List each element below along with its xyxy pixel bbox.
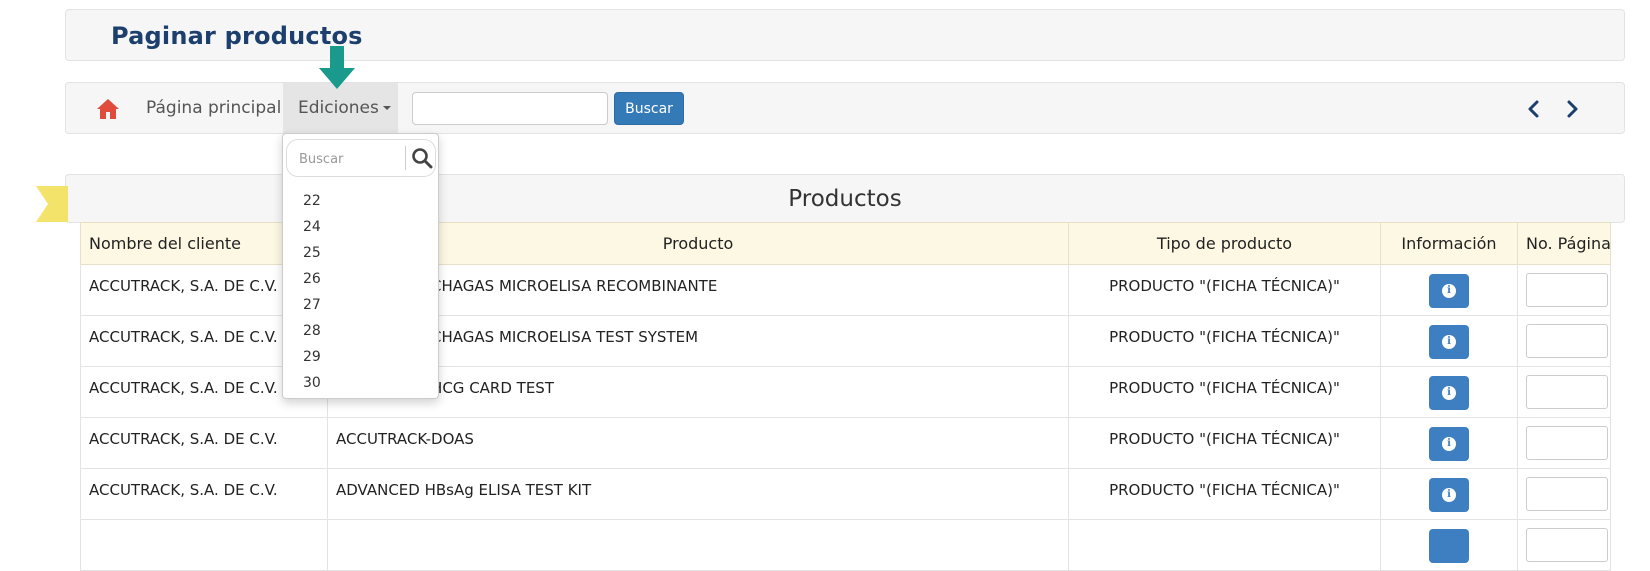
info-button[interactable]: i xyxy=(1429,376,1469,410)
table-row: ACCUTRACK, S.A. DE C.V. ADVANCED HBsAg E… xyxy=(80,468,1611,520)
cell-type: PRODUCTO "(FICHA TÉCNICA)" xyxy=(1068,366,1381,418)
info-button[interactable]: i xyxy=(1429,427,1469,461)
header-type: Tipo de producto xyxy=(1068,222,1381,265)
cell-type xyxy=(1068,519,1381,571)
editions-label: Ediciones xyxy=(298,98,379,118)
cell-type: PRODUCTO "(FICHA TÉCNICA)" xyxy=(1068,264,1381,316)
navbar: Página principal Ediciones Buscar xyxy=(65,82,1625,134)
cell-type: PRODUCTO "(FICHA TÉCNICA)" xyxy=(1068,468,1381,520)
client-text: ACCUTRACK, S.A. DE C.V. xyxy=(89,481,278,499)
arrow-down-indicator-icon xyxy=(319,46,355,89)
table-row xyxy=(80,519,1611,571)
edition-item[interactable]: 25 xyxy=(303,240,321,266)
type-text: PRODUCTO "(FICHA TÉCNICA)" xyxy=(1109,379,1340,397)
chevron-left-icon[interactable] xyxy=(1524,99,1544,119)
editions-dropdown-toggle[interactable]: Ediciones xyxy=(283,83,398,133)
cell-product: ADVANCED HBsAg ELISA TEST KIT xyxy=(327,468,1069,520)
caret-down-icon xyxy=(382,106,391,110)
page-number-input[interactable] xyxy=(1526,375,1608,409)
search-button[interactable]: Buscar xyxy=(614,92,684,125)
search-icon[interactable] xyxy=(411,147,433,169)
product-text: ACCUTRACK-CHAGAS MICROELISA RECOMBINANTE xyxy=(336,277,718,295)
product-text: ADVANCED HBsAg ELISA TEST KIT xyxy=(336,481,592,499)
cell-product: ACCUTRACK-DOAS xyxy=(327,417,1069,469)
cell-page xyxy=(1517,468,1611,520)
page-number-input[interactable] xyxy=(1526,273,1608,307)
edition-item[interactable]: 22 xyxy=(303,188,321,214)
info-button[interactable] xyxy=(1429,529,1469,563)
edition-item[interactable]: 24 xyxy=(303,214,321,240)
cell-info: i xyxy=(1380,315,1518,367)
page-number-input[interactable] xyxy=(1526,324,1608,358)
info-icon: i xyxy=(1442,437,1456,451)
editions-list: 22 24 25 26 27 28 29 30 xyxy=(303,188,321,396)
dropdown-search-box xyxy=(286,139,436,177)
home-icon[interactable] xyxy=(96,98,120,120)
cell-product xyxy=(327,519,1069,571)
product-text: ACCUTRACK-DOAS xyxy=(336,430,474,448)
info-icon: i xyxy=(1442,335,1456,349)
table-row: ACCUTRACK, S.A. DE C.V. ACCUTRACK-DOAS P… xyxy=(80,417,1611,469)
cell-info: i xyxy=(1380,417,1518,469)
search-input[interactable] xyxy=(412,92,608,125)
dropdown-search-divider xyxy=(405,146,406,170)
cell-page xyxy=(1517,519,1611,571)
cell-type: PRODUCTO "(FICHA TÉCNICA)" xyxy=(1068,315,1381,367)
cell-info: i xyxy=(1380,264,1518,316)
nav-home-link[interactable]: Página principal xyxy=(146,83,281,133)
info-icon: i xyxy=(1442,284,1456,298)
cell-page xyxy=(1517,366,1611,418)
info-button[interactable]: i xyxy=(1429,478,1469,512)
cell-page xyxy=(1517,264,1611,316)
chevron-right-icon[interactable] xyxy=(1562,99,1582,119)
edition-item[interactable]: 28 xyxy=(303,318,321,344)
page-number-input[interactable] xyxy=(1526,528,1608,562)
product-text: ACCUTRACK-HCG CARD TEST xyxy=(336,379,554,397)
cell-page xyxy=(1517,315,1611,367)
type-text: PRODUCTO "(FICHA TÉCNICA)" xyxy=(1109,328,1340,346)
cell-client: ACCUTRACK, S.A. DE C.V. xyxy=(80,417,328,469)
type-text: PRODUCTO "(FICHA TÉCNICA)" xyxy=(1109,277,1340,295)
info-icon: i xyxy=(1442,386,1456,400)
info-button[interactable]: i xyxy=(1429,274,1469,308)
page-number-input[interactable] xyxy=(1526,426,1608,460)
page-number-input[interactable] xyxy=(1526,477,1608,511)
cell-page xyxy=(1517,417,1611,469)
edition-item[interactable]: 26 xyxy=(303,266,321,292)
cell-info: i xyxy=(1380,366,1518,418)
client-text: ACCUTRACK, S.A. DE C.V. xyxy=(89,430,278,448)
cell-info xyxy=(1380,519,1518,571)
type-text: PRODUCTO "(FICHA TÉCNICA)" xyxy=(1109,481,1340,499)
dropdown-search-input[interactable] xyxy=(293,146,397,172)
header-info: Información xyxy=(1380,222,1518,265)
cell-client xyxy=(80,519,328,571)
cell-client: ACCUTRACK, S.A. DE C.V. xyxy=(80,468,328,520)
cell-type: PRODUCTO "(FICHA TÉCNICA)" xyxy=(1068,417,1381,469)
info-icon: i xyxy=(1442,488,1456,502)
type-text: PRODUCTO "(FICHA TÉCNICA)" xyxy=(1109,430,1340,448)
title-panel: Paginar productos xyxy=(65,9,1625,61)
edition-item[interactable]: 30 xyxy=(303,370,321,396)
edition-item[interactable]: 29 xyxy=(303,344,321,370)
info-button[interactable]: i xyxy=(1429,325,1469,359)
ribbon-icon xyxy=(36,186,68,222)
cell-info: i xyxy=(1380,468,1518,520)
header-page: No. Página xyxy=(1517,222,1611,265)
editions-dropdown-menu: 22 24 25 26 27 28 29 30 xyxy=(282,133,439,399)
edition-item[interactable]: 27 xyxy=(303,292,321,318)
product-text: ACCUTRACK-CHAGAS MICROELISA TEST SYSTEM xyxy=(336,328,699,346)
